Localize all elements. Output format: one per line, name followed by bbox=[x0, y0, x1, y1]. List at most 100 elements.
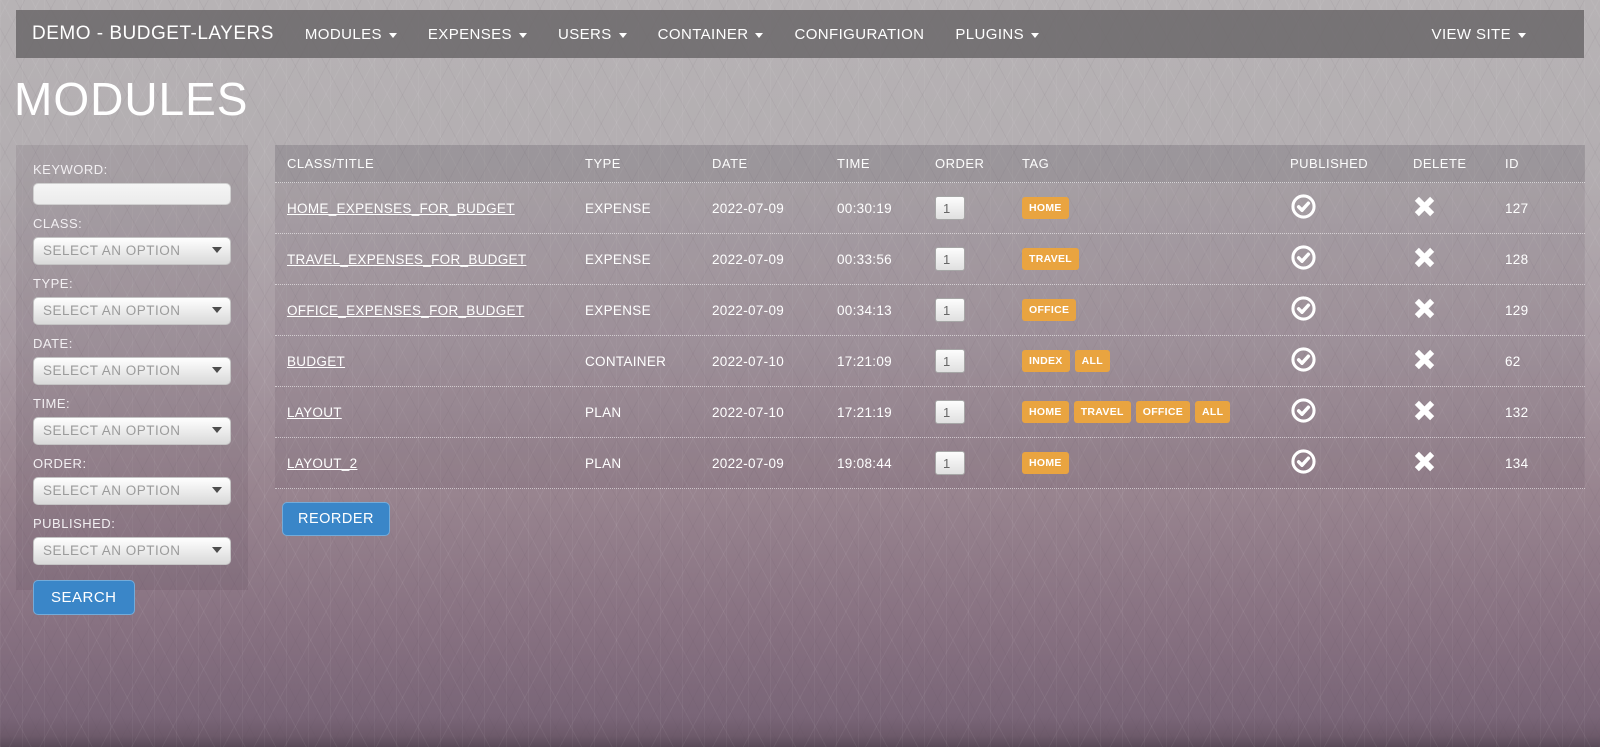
cell-date: 2022-07-09 bbox=[700, 201, 825, 216]
module-title-link[interactable]: TRAVEL_EXPENSES_FOR_BUDGET bbox=[287, 252, 526, 267]
module-id: 127 bbox=[1505, 201, 1528, 216]
nav-item-container[interactable]: CONTAINER bbox=[658, 26, 764, 43]
module-title-link[interactable]: OFFICE_EXPENSES_FOR_BUDGET bbox=[287, 303, 524, 318]
delete-button[interactable] bbox=[1413, 399, 1436, 425]
cell-tags: HOME bbox=[1010, 452, 1278, 474]
module-title-link[interactable]: BUDGET bbox=[287, 354, 345, 369]
module-date: 2022-07-09 bbox=[712, 201, 784, 216]
cell-date: 2022-07-09 bbox=[700, 303, 825, 318]
delete-x-icon bbox=[1413, 450, 1436, 476]
module-date: 2022-07-09 bbox=[712, 252, 784, 267]
nav-item-label: CONTAINER bbox=[658, 26, 749, 43]
cell-id: 129 bbox=[1493, 303, 1585, 318]
module-title-link[interactable]: HOME_EXPENSES_FOR_BUDGET bbox=[287, 201, 515, 216]
filter-label-time: TIME: bbox=[33, 396, 231, 411]
select-arrow-icon bbox=[212, 427, 222, 433]
published-toggle[interactable] bbox=[1290, 346, 1317, 376]
module-type: CONTAINER bbox=[585, 354, 666, 369]
published-toggle[interactable] bbox=[1290, 397, 1317, 427]
cell-type: EXPENSE bbox=[573, 201, 700, 216]
selected-option-label: SELECT AN OPTION bbox=[33, 237, 231, 265]
order-input[interactable] bbox=[935, 298, 965, 322]
caret-down-icon bbox=[519, 33, 527, 38]
column-header-delete: DELETE bbox=[1401, 156, 1493, 171]
column-header-class-title: CLASS/TITLE bbox=[275, 156, 573, 171]
tag-badge: ALL bbox=[1195, 401, 1230, 423]
module-time: 19:08:44 bbox=[837, 456, 892, 471]
delete-button[interactable] bbox=[1413, 195, 1436, 221]
filter-label-keyword: KEYWORD: bbox=[33, 162, 231, 177]
delete-button[interactable] bbox=[1413, 450, 1436, 476]
nav-item-label: CONFIGURATION bbox=[794, 26, 924, 43]
published-toggle[interactable] bbox=[1290, 244, 1317, 274]
cell-published bbox=[1278, 346, 1401, 376]
nav-item-label: VIEW SITE bbox=[1432, 26, 1511, 43]
keyword-input[interactable] bbox=[33, 183, 231, 205]
select-arrow-icon bbox=[212, 247, 222, 253]
published-toggle[interactable] bbox=[1290, 295, 1317, 325]
class-select[interactable]: SELECT AN OPTION bbox=[33, 237, 231, 265]
delete-button[interactable] bbox=[1413, 246, 1436, 272]
cell-delete bbox=[1401, 246, 1493, 272]
nav-item-view-site[interactable]: VIEW SITE bbox=[1432, 26, 1526, 43]
cell-tags: TRAVEL bbox=[1010, 248, 1278, 270]
column-header-date: DATE bbox=[700, 156, 825, 171]
cell-published bbox=[1278, 193, 1401, 223]
column-header-order: ORDER bbox=[923, 156, 1010, 171]
date-select[interactable]: SELECT AN OPTION bbox=[33, 357, 231, 385]
filter-field-order: ORDER:SELECT AN OPTION bbox=[33, 456, 231, 505]
table-row: LAYOUTPLAN2022-07-1017:21:19HOMETRAVELOF… bbox=[275, 387, 1585, 438]
cell-delete bbox=[1401, 348, 1493, 374]
time-select[interactable]: SELECT AN OPTION bbox=[33, 417, 231, 445]
published-toggle[interactable] bbox=[1290, 193, 1317, 223]
nav-item-modules[interactable]: MODULES bbox=[305, 26, 397, 43]
column-header-type: TYPE bbox=[573, 156, 700, 171]
type-select[interactable]: SELECT AN OPTION bbox=[33, 297, 231, 325]
delete-button[interactable] bbox=[1413, 348, 1436, 374]
module-id: 129 bbox=[1505, 303, 1528, 318]
cell-published bbox=[1278, 448, 1401, 478]
cell-published bbox=[1278, 244, 1401, 274]
cell-time: 00:34:13 bbox=[825, 303, 923, 318]
order-input[interactable] bbox=[935, 196, 965, 220]
published-toggle[interactable] bbox=[1290, 448, 1317, 478]
order-input[interactable] bbox=[935, 451, 965, 475]
cell-tags: HOMETRAVELOFFICEALL bbox=[1010, 401, 1278, 423]
caret-down-icon bbox=[619, 33, 627, 38]
nav-item-plugins[interactable]: PLUGINS bbox=[955, 26, 1039, 43]
selected-option-label: SELECT AN OPTION bbox=[33, 297, 231, 325]
module-title-link[interactable]: LAYOUT bbox=[287, 405, 342, 420]
tag-badge: INDEX bbox=[1022, 350, 1070, 372]
module-time: 17:21:09 bbox=[837, 354, 892, 369]
filter-field-published: PUBLISHED:SELECT AN OPTION bbox=[33, 516, 231, 565]
reorder-button[interactable]: REORDER bbox=[282, 502, 390, 536]
tag-badge: HOME bbox=[1022, 401, 1069, 423]
cell-type: PLAN bbox=[573, 405, 700, 420]
order-select[interactable]: SELECT AN OPTION bbox=[33, 477, 231, 505]
nav-item-expenses[interactable]: EXPENSES bbox=[428, 26, 527, 43]
delete-button[interactable] bbox=[1413, 297, 1436, 323]
selected-option-label: SELECT AN OPTION bbox=[33, 357, 231, 385]
order-input[interactable] bbox=[935, 349, 965, 373]
nav-item-users[interactable]: USERS bbox=[558, 26, 627, 43]
cell-type: EXPENSE bbox=[573, 252, 700, 267]
nav-item-configuration[interactable]: CONFIGURATION bbox=[794, 26, 924, 43]
module-title-link[interactable]: LAYOUT_2 bbox=[287, 456, 357, 471]
brand-title[interactable]: DEMO - BUDGET-LAYERS bbox=[32, 23, 274, 45]
select-arrow-icon bbox=[212, 547, 222, 553]
order-input[interactable] bbox=[935, 247, 965, 271]
cell-id: 128 bbox=[1493, 252, 1585, 267]
delete-x-icon bbox=[1413, 195, 1436, 221]
module-id: 134 bbox=[1505, 456, 1528, 471]
search-button[interactable]: SEARCH bbox=[33, 580, 135, 615]
cell-time: 19:08:44 bbox=[825, 456, 923, 471]
cell-date: 2022-07-09 bbox=[700, 456, 825, 471]
tag-badge: OFFICE bbox=[1022, 299, 1076, 321]
order-input[interactable] bbox=[935, 400, 965, 424]
nav-item-label: EXPENSES bbox=[428, 26, 512, 43]
published-check-icon bbox=[1290, 448, 1317, 478]
published-select[interactable]: SELECT AN OPTION bbox=[33, 537, 231, 565]
module-type: EXPENSE bbox=[585, 303, 651, 318]
caret-down-icon bbox=[755, 33, 763, 38]
delete-x-icon bbox=[1413, 348, 1436, 374]
